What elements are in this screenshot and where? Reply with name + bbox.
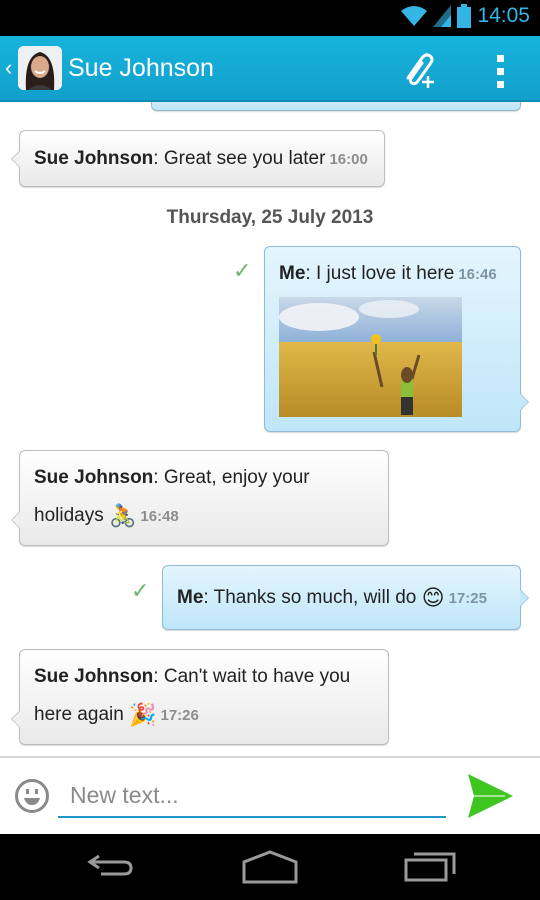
- attach-button[interactable]: [398, 50, 442, 90]
- message-text: here again: [34, 704, 124, 725]
- send-icon: [468, 774, 513, 818]
- message-sender: Sue Johnson: [34, 467, 154, 488]
- wifi-icon: [401, 6, 428, 26]
- composer: [0, 756, 540, 834]
- message-time: 16:00: [329, 151, 368, 168]
- delivered-check-icon: ✓: [233, 258, 252, 283]
- nav-home-button[interactable]: [240, 848, 300, 884]
- message-sender: Me: [279, 263, 306, 284]
- home-icon: [242, 850, 298, 884]
- message-bubble-incoming[interactable]: Sue Johnson: Great see you later 16:00: [11, 130, 385, 187]
- message-time: 17:26: [160, 707, 199, 724]
- send-button[interactable]: [465, 772, 515, 820]
- back-chevron-icon[interactable]: ‹: [5, 55, 12, 81]
- message-time: 17:25: [448, 590, 487, 607]
- delivered-check-icon: ✓: [131, 578, 150, 603]
- message-text: holidays: [34, 505, 104, 526]
- message-bubble-outgoing[interactable]: Me: I just love it here 16:46: [264, 246, 529, 432]
- message-text: Great see you later: [163, 148, 326, 169]
- date-separator: Thursday, 25 July 2013: [166, 207, 374, 228]
- battery-icon: [457, 4, 472, 28]
- message-text: Can't wait to have you: [163, 666, 351, 687]
- smiling-emoji-icon: 😊: [421, 584, 445, 610]
- message-text: Great, enjoy your: [163, 467, 310, 488]
- message-bubble-incoming[interactable]: Sue Johnson: Great, enjoy your holidays …: [11, 450, 389, 546]
- message-bubble-outgoing[interactable]: Me: Thanks so much, will do 😊 17:25: [162, 565, 529, 630]
- message-time: 16:48: [140, 508, 179, 525]
- smiley-icon: [15, 779, 49, 813]
- back-icon: [87, 854, 133, 876]
- message-list[interactable]: Sue Johnson: Great see you later 16:00 Th…: [0, 102, 540, 756]
- app-bar: ‹ Sue Johnson: [0, 36, 540, 102]
- nav-back-button[interactable]: [84, 848, 144, 884]
- message-sender: Sue Johnson: [34, 666, 154, 687]
- bicyclist-emoji-icon: 🚴: [109, 502, 137, 528]
- recents-icon: [404, 852, 456, 882]
- message-bubble-incoming[interactable]: Sue Johnson: Can't wait to have you here…: [11, 649, 389, 745]
- message-sender: Me: [177, 587, 204, 608]
- navigation-bar: [0, 834, 540, 900]
- status-bar: 14:05: [0, 0, 540, 36]
- photo-attachment[interactable]: [279, 297, 462, 417]
- nav-recents-button[interactable]: [400, 848, 460, 884]
- status-time: 14:05: [477, 4, 530, 27]
- message-input[interactable]: [58, 774, 446, 818]
- overflow-menu-button[interactable]: [488, 52, 512, 88]
- message-sender: Sue Johnson: [34, 148, 154, 169]
- paperclip-plus-icon: [406, 53, 434, 88]
- message-bubble-partial: [151, 102, 521, 111]
- contact-name[interactable]: Sue Johnson: [68, 54, 214, 83]
- signal-icon: [433, 5, 452, 27]
- avatar[interactable]: [18, 46, 62, 90]
- message-text: Thanks so much, will do: [213, 587, 417, 608]
- message-text: I just love it here: [315, 263, 455, 284]
- message-time: 16:46: [458, 266, 497, 283]
- emoji-picker-button[interactable]: [14, 778, 50, 814]
- party-popper-emoji-icon: 🎉: [129, 701, 157, 727]
